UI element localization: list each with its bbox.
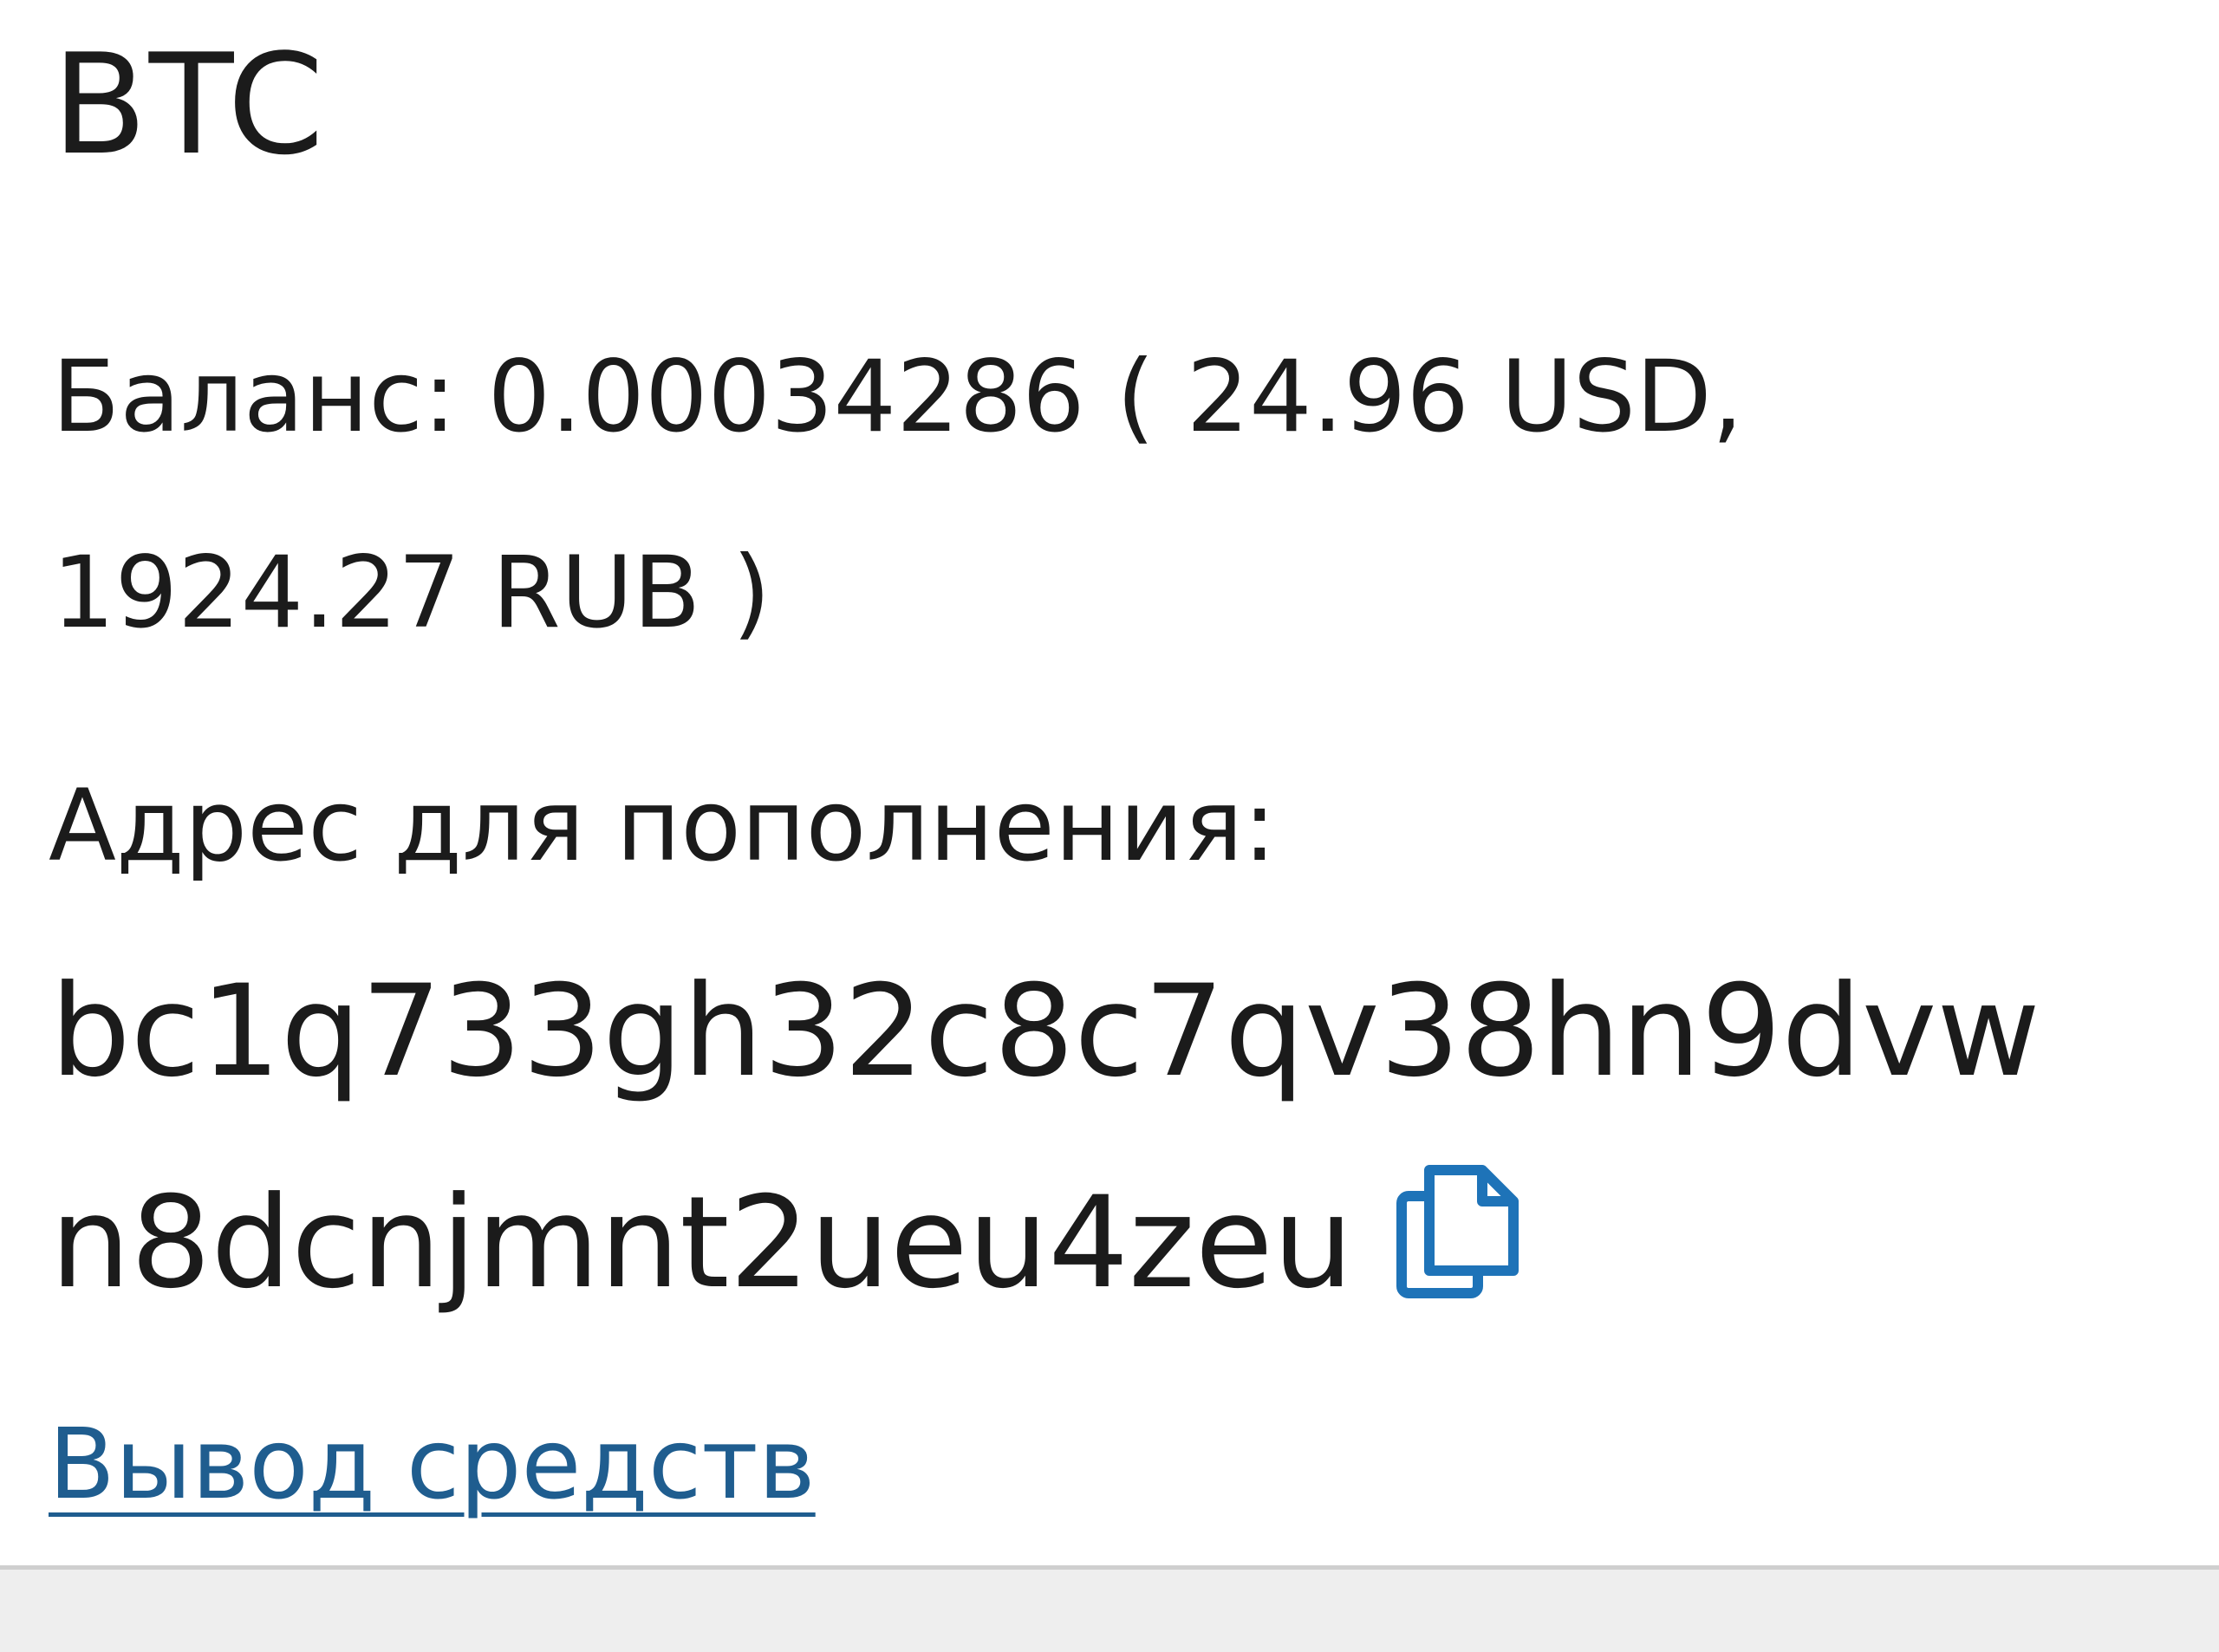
balance-line-secondary: 1924.27 RUB ) (52, 535, 771, 650)
deposit-address: bc1q733gh32c8c7qv38hn9dvw n8dcnjmnt2ueu4… (50, 926, 2040, 1349)
btc-wallet-card: BTC Баланс: 0.00034286 ( 24.96 USD, 1924… (0, 0, 2219, 1565)
copy-address-button[interactable] (1395, 1160, 1525, 1307)
deposit-address-label: Адрес для пополнения: (49, 768, 1277, 883)
deposit-address-line-2-text: n8dcnjmnt2ueu4zeu (50, 1169, 1354, 1317)
copy-icon (1396, 1165, 1519, 1298)
balance-info: Баланс: 0.00034286 ( 24.96 USD, 1924.27 … (52, 299, 2046, 691)
withdraw-funds-link[interactable]: Вывод средств (49, 1400, 816, 1530)
deposit-address-line-2: n8dcnjmnt2ueu4zeu (50, 1137, 2040, 1349)
bottom-panel (0, 1570, 2219, 1652)
deposit-address-line-1: bc1q733gh32c8c7qv38hn9dvw (50, 958, 2040, 1105)
currency-title: BTC (52, 23, 326, 185)
balance-line-primary: Баланс: 0.00034286 ( 24.96 USD, (52, 339, 1744, 454)
